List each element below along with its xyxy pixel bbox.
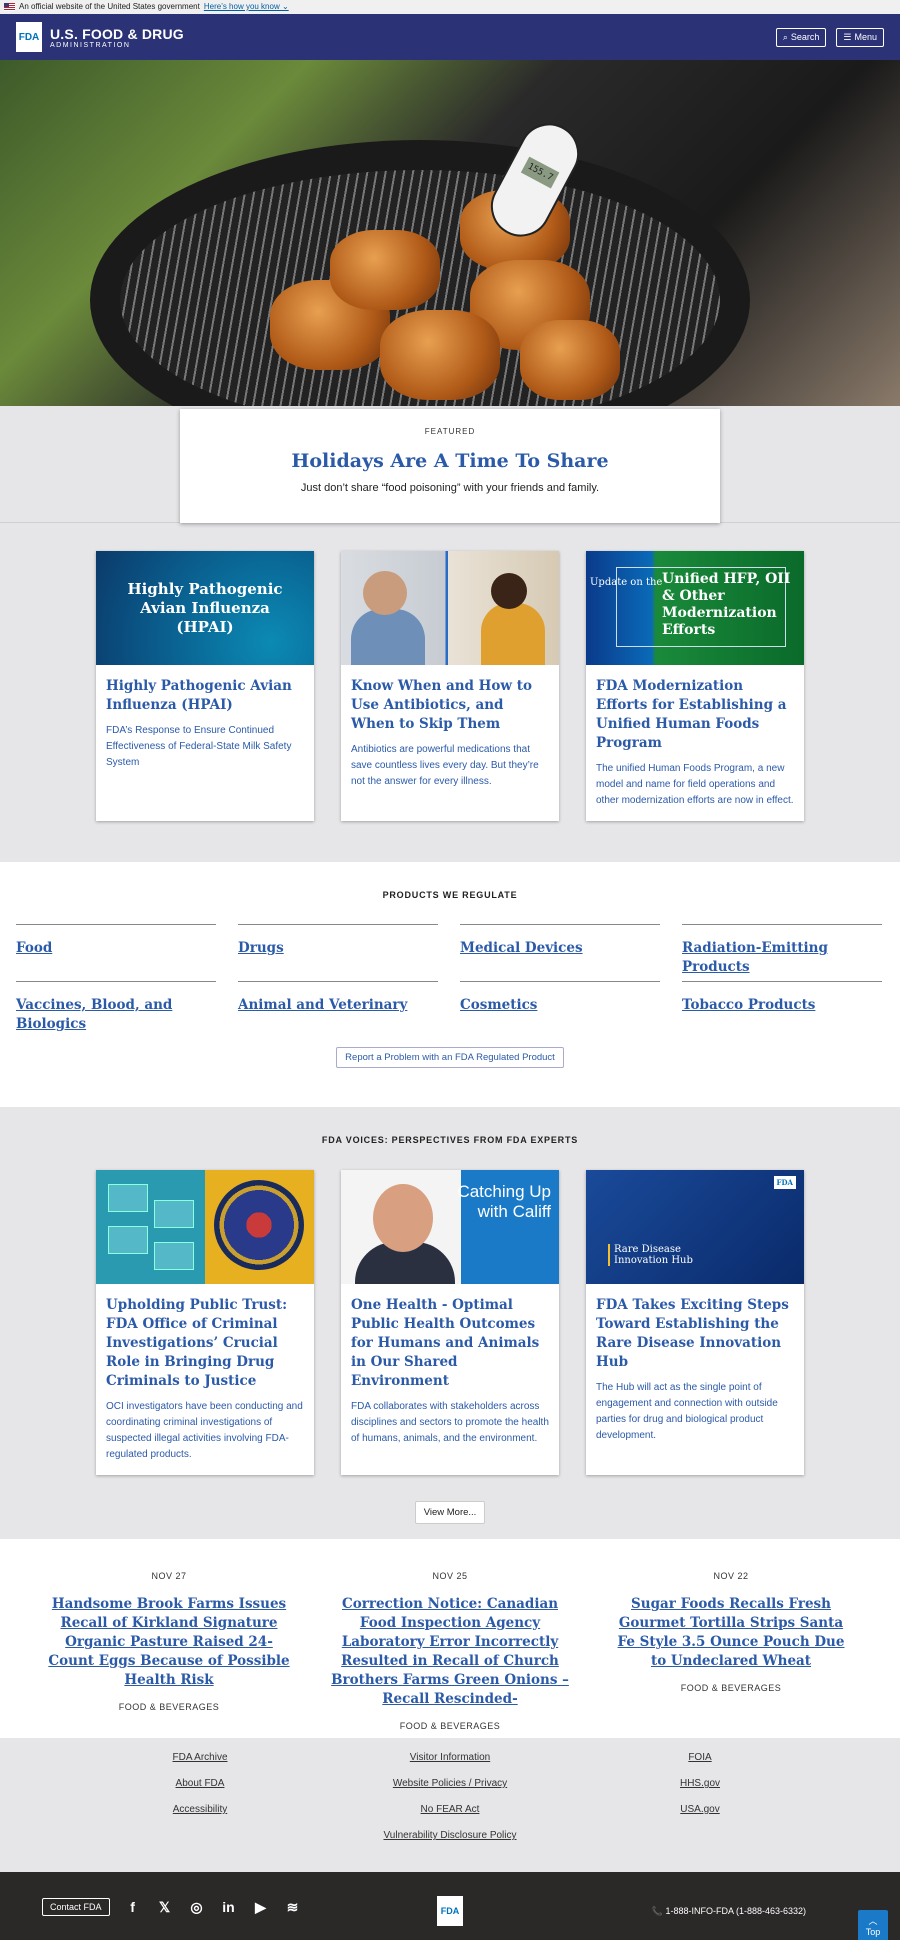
- linkedin-icon[interactable]: in: [220, 1899, 238, 1916]
- contact-fda-button[interactable]: Contact FDA: [42, 1898, 110, 1916]
- hero-image: 155.7: [0, 60, 900, 406]
- chicken-piece: [520, 320, 620, 400]
- news-category: FOOD & BEVERAGES: [118, 1702, 220, 1712]
- products-title: PRODUCTS WE REGULATE: [382, 890, 518, 900]
- card-modernization[interactable]: Update on the Unified HFP, OII & Other M…: [586, 551, 804, 821]
- top-cards-section: Highly Pathogenic Avian Influenza (HPAI)…: [0, 522, 900, 862]
- card-title[interactable]: FDA Takes Exciting Steps Toward Establis…: [596, 1296, 794, 1372]
- phone-number[interactable]: 📞 1-888-INFO-FDA (1-888-463-6332): [652, 1906, 806, 1917]
- footer-link-archive[interactable]: FDA Archive: [100, 1752, 300, 1763]
- card-title[interactable]: FDA Modernization Efforts for Establishi…: [596, 677, 794, 753]
- product-link-tobacco[interactable]: Tobacco Products: [682, 981, 882, 1038]
- news-title-link[interactable]: Sugar Foods Recalls Fresh Gourmet Tortil…: [609, 1595, 853, 1671]
- how-you-know-link[interactable]: Here’s how you know ⌄: [204, 0, 289, 14]
- news-date: NOV 27: [151, 1571, 187, 1581]
- news-date: NOV 22: [713, 1571, 749, 1581]
- modernization-image: Update on the Unified HFP, OII & Other M…: [586, 551, 804, 665]
- featured-text: Just don’t share “food poisoning” with y…: [300, 482, 600, 494]
- footer-link-usa[interactable]: USA.gov: [600, 1804, 800, 1815]
- footer-fda-logo[interactable]: FDA: [437, 1896, 463, 1926]
- oci-seal-icon: [214, 1180, 304, 1270]
- news-title-link[interactable]: Handsome Brook Farms Issues Recall of Ki…: [47, 1595, 291, 1690]
- card-text: The Hub will act as the single point of …: [596, 1382, 778, 1441]
- report-problem-button[interactable]: Report a Problem with an FDA Regulated P…: [336, 1047, 564, 1068]
- card-title[interactable]: Know When and How to Use Antibiotics, an…: [351, 677, 549, 734]
- card-text: FDA collaborates with stakeholders acros…: [351, 1401, 549, 1444]
- card-text: Antibiotics are powerful medications tha…: [351, 744, 539, 787]
- rss-icon[interactable]: ≋: [284, 1899, 302, 1916]
- product-link-vaccines[interactable]: Vaccines, Blood, and Biologics: [16, 981, 216, 1038]
- search-button[interactable]: ⌕ Search: [775, 27, 827, 47]
- voices-section: FDA VOICES: PERSPECTIVES FROM FDA EXPERT…: [0, 1107, 900, 1539]
- site-title: U.S. FOOD & DRUG: [50, 25, 184, 42]
- site-header: FDA U.S. FOOD & DRUG ADMINISTRATION ⌕ Sea…: [0, 14, 900, 60]
- x-icon[interactable]: 𝕏: [156, 1899, 174, 1916]
- fda-logo-icon: FDA: [16, 22, 42, 52]
- footer-link-foia[interactable]: FOIA: [600, 1752, 800, 1763]
- featured-title[interactable]: Holidays Are A Time To Share: [180, 450, 720, 472]
- chevron-up-icon: ︿: [868, 1916, 878, 1926]
- product-link-cosmetics[interactable]: Cosmetics: [460, 981, 660, 1038]
- featured-card[interactable]: FEATURED Holidays Are A Time To Share Ju…: [180, 409, 720, 523]
- product-link-medical-devices[interactable]: Medical Devices: [460, 924, 660, 981]
- footer-links: FDA Archive Visitor Information FOIA Abo…: [0, 1738, 900, 1872]
- news-category: FOOD & BEVERAGES: [680, 1683, 782, 1693]
- product-link-food[interactable]: Food: [16, 924, 216, 981]
- featured-kicker: FEATURED: [424, 427, 476, 436]
- voices-title: FDA VOICES: PERSPECTIVES FROM FDA EXPERT…: [321, 1135, 579, 1145]
- news-date: NOV 25: [432, 1571, 468, 1581]
- us-flag-icon: [4, 3, 15, 11]
- facebook-icon[interactable]: f: [124, 1899, 142, 1916]
- news-item: NOV 27 Handsome Brook Farms Issues Recal…: [47, 1571, 291, 1738]
- califf-image: Catching Up with Califf: [341, 1170, 559, 1284]
- product-link-animal[interactable]: Animal and Veterinary: [238, 981, 438, 1038]
- footer-link-about[interactable]: About FDA: [100, 1778, 300, 1789]
- menu-icon: ☰: [843, 31, 852, 42]
- chicken-piece: [380, 310, 500, 400]
- news-section: NOV 27 Handsome Brook Farms Issues Recal…: [0, 1539, 900, 1738]
- news-category: FOOD & BEVERAGES: [399, 1721, 501, 1731]
- news-item: NOV 22 Sugar Foods Recalls Fresh Gourmet…: [609, 1571, 853, 1738]
- card-text: FDA’s Response to Ensure Continued Effec…: [106, 725, 292, 768]
- back-to-top-button[interactable]: ︿ Top: [858, 1910, 888, 1940]
- card-title[interactable]: Upholding Public Trust: FDA Office of Cr…: [106, 1296, 304, 1391]
- product-link-radiation[interactable]: Radiation-Emitting Products: [682, 924, 882, 981]
- card-title[interactable]: Highly Pathogenic Avian Influenza (HPAI): [106, 677, 304, 715]
- card-text: The unified Human Foods Program, a new m…: [596, 763, 794, 806]
- card-title[interactable]: One Health - Optimal Public Health Outco…: [351, 1296, 549, 1391]
- oci-image: [96, 1170, 314, 1284]
- footer-link-policies[interactable]: Website Policies / Privacy: [350, 1778, 550, 1789]
- view-more-button[interactable]: View More...: [414, 1501, 486, 1524]
- antibiotics-image: [341, 551, 559, 665]
- gov-banner-text: An official website of the United States…: [19, 2, 200, 11]
- footer-link-hhs[interactable]: HHS.gov: [600, 1778, 800, 1789]
- footer-link-visitor[interactable]: Visitor Information: [350, 1752, 550, 1763]
- news-item: NOV 25 Correction Notice: Canadian Food …: [328, 1571, 572, 1738]
- card-one-health[interactable]: Catching Up with Califf One Health - Opt…: [341, 1170, 559, 1475]
- footer-link-vulnerability[interactable]: Vulnerability Disclosure Policy: [350, 1830, 550, 1841]
- search-icon: ⌕: [782, 31, 788, 42]
- rare-disease-image: FDA Rare Disease Innovation Hub: [586, 1170, 804, 1284]
- footer-link-accessibility[interactable]: Accessibility: [100, 1804, 300, 1815]
- fda-logo[interactable]: FDA U.S. FOOD & DRUG ADMINISTRATION: [16, 22, 184, 52]
- product-link-drugs[interactable]: Drugs: [238, 924, 438, 981]
- footer-link-nofear[interactable]: No FEAR Act: [350, 1804, 550, 1815]
- news-title-link[interactable]: Correction Notice: Canadian Food Inspect…: [328, 1595, 572, 1709]
- instagram-icon[interactable]: ◎: [188, 1899, 206, 1916]
- card-rare-disease[interactable]: FDA Rare Disease Innovation Hub FDA Take…: [586, 1170, 804, 1475]
- site-subtitle: ADMINISTRATION: [50, 41, 131, 49]
- gov-banner: An official website of the United States…: [0, 0, 900, 14]
- menu-button[interactable]: ☰ Menu: [836, 27, 884, 47]
- youtube-icon[interactable]: ▶: [252, 1899, 270, 1916]
- footer-bar: Contact FDA f 𝕏 ◎ in ▶ ≋ FDA 📞 1-888-INF…: [0, 1872, 900, 1940]
- chicken-piece: [330, 230, 440, 310]
- hpai-image: Highly Pathogenic Avian Influenza (HPAI): [96, 551, 314, 665]
- card-oci[interactable]: Upholding Public Trust: FDA Office of Cr…: [96, 1170, 314, 1475]
- products-section: PRODUCTS WE REGULATE Food Drugs Medical …: [0, 862, 900, 1107]
- card-text: OCI investigators have been conducting a…: [106, 1401, 303, 1460]
- card-antibiotics[interactable]: Know When and How to Use Antibiotics, an…: [341, 551, 559, 821]
- card-hpai[interactable]: Highly Pathogenic Avian Influenza (HPAI)…: [96, 551, 314, 821]
